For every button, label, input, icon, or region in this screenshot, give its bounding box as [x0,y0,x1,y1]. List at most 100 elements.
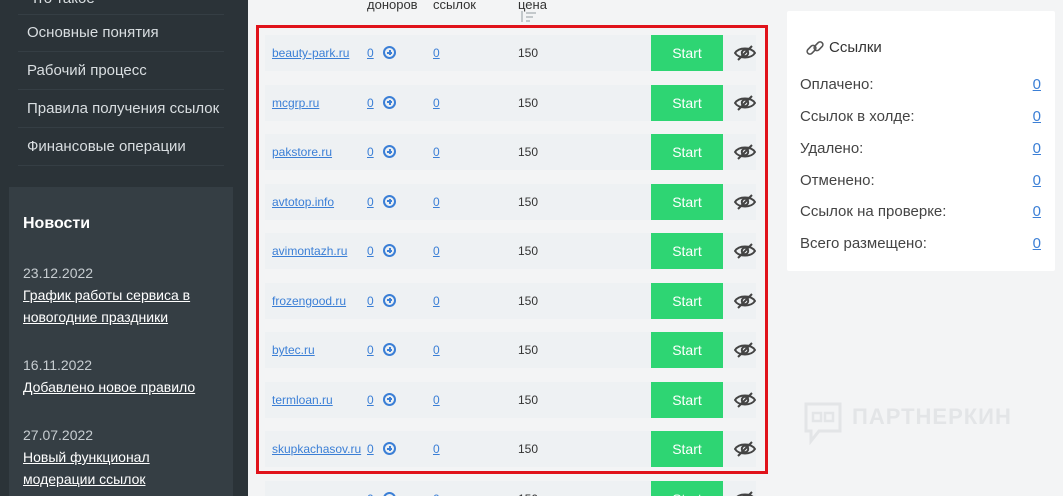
sidebar-item-workflow[interactable]: Рабочий процесс [18,52,224,90]
site-link[interactable]: avtotop.info [272,195,334,209]
stat-label-deleted: Удалено: [800,140,864,157]
donors-count-link[interactable]: 0 [367,244,374,258]
add-donor-icon[interactable] [383,46,396,59]
site-link[interactable]: beauty-park.ru [272,46,349,60]
price-value: 150 [518,46,539,60]
start-button[interactable]: Start [651,84,723,121]
donors-count-link[interactable]: 0 [367,46,374,60]
stat-label-total: Всего размещено: [800,235,927,252]
news-panel: Новости 23.12.2022 График работы сервиса… [9,187,233,496]
start-button[interactable]: Start [651,332,723,368]
site-link[interactable]: bytec.ru [272,343,315,357]
stat-label-paid: Оплачено: [800,76,874,93]
table-row: 0 0 150 Start [265,480,756,496]
donors-count-link[interactable]: 0 [367,442,374,456]
link-icon [806,41,824,55]
links-count-link[interactable]: 0 [433,195,440,209]
watermark-text: ПАРТНЕРКИН [852,404,1012,429]
table-row: beauty-park.ru 0 0 150 Start [265,35,757,71]
hide-eye-icon[interactable] [733,94,757,112]
price-value: 150 [518,194,539,209]
price-value: 150 [518,244,539,258]
sidebar-item-finance[interactable]: Финансовые операции [18,128,224,166]
stat-label-cancelled: Отменено: [800,172,875,189]
add-donor-icon[interactable] [383,343,396,356]
sidebar-item-basic-concepts[interactable]: Основные понятия [18,14,224,52]
sort-icon[interactable] [520,11,538,23]
site-link[interactable]: termloan.ru [272,393,333,407]
table-row: mcgrp.ru 0 0 150 Start [265,84,757,121]
links-card: Ссылки Оплачено: 0 Ссылок в холде: 0 Уда… [787,11,1055,271]
donors-count-link[interactable]: 0 [367,145,374,159]
stat-value-total[interactable]: 0 [1033,235,1041,252]
add-donor-icon[interactable] [383,491,396,496]
add-donor-icon[interactable] [383,442,396,455]
hide-eye-icon[interactable] [734,490,756,496]
sidebar: Что такое Основные понятия Рабочий проце… [0,0,248,496]
add-donor-icon[interactable] [383,145,396,158]
links-count-link[interactable]: 0 [433,343,440,357]
start-button[interactable]: Start [651,183,723,220]
stat-value-deleted[interactable]: 0 [1033,140,1041,157]
links-count-link[interactable]: 0 [433,393,440,407]
add-donor-icon[interactable] [383,194,396,208]
add-donor-icon[interactable] [383,293,396,307]
add-donor-icon[interactable] [383,95,396,109]
news-link[interactable]: Новый функционал модерации ссылок [23,446,223,490]
hide-eye-icon[interactable] [733,292,757,310]
news-link[interactable]: Добавлено новое правило [23,376,223,398]
start-button[interactable]: Start [651,282,723,319]
news-date: 23.12.2022 [23,265,94,281]
links-count-link[interactable]: 0 [433,96,440,110]
start-button[interactable]: Start [651,233,723,269]
site-link[interactable]: frozengood.ru [272,294,346,308]
links-count-link[interactable]: 0 [433,492,440,496]
hide-eye-icon[interactable] [733,440,757,458]
hide-eye-icon[interactable] [733,242,757,260]
donors-count-link[interactable]: 0 [367,343,374,357]
hide-eye-icon[interactable] [733,143,757,161]
news-link[interactable]: График работы сервиса в новогодние празд… [23,284,223,328]
donors-count-link[interactable]: 0 [367,492,374,496]
sidebar-item-link-rules[interactable]: Правила получения ссылок [18,90,224,128]
links-count-link[interactable]: 0 [433,244,440,258]
sidebar-item-cut[interactable]: Что такое [18,0,224,15]
start-button[interactable]: Start [651,480,723,496]
site-link[interactable]: pakstore.ru [272,145,332,159]
price-value: 150 [518,145,539,159]
hide-eye-icon[interactable] [733,193,757,211]
start-button[interactable]: Start [651,134,723,170]
table-row: frozengood.ru 0 0 150 Start [265,282,757,319]
donors-count-link[interactable]: 0 [367,294,374,308]
add-donor-icon[interactable] [383,244,396,257]
news-date: 27.07.2022 [23,427,94,443]
links-count-link[interactable]: 0 [433,145,440,159]
links-count-link[interactable]: 0 [433,294,440,308]
links-count-link[interactable]: 0 [433,442,440,456]
donors-count-link[interactable]: 0 [367,195,374,209]
hide-eye-icon[interactable] [733,391,757,409]
table-row: avimontazh.ru 0 0 150 Start [265,233,757,269]
stat-value-paid[interactable]: 0 [1033,76,1041,93]
table-row: pakstore.ru 0 0 150 Start [265,134,757,170]
price-value: 150 [518,392,539,407]
start-button[interactable]: Start [651,381,723,418]
price-value: 150 [518,293,539,308]
stat-value-hold[interactable]: 0 [1033,108,1041,125]
price-value: 150 [518,95,539,110]
site-link[interactable]: avimontazh.ru [272,244,347,258]
donors-count-link[interactable]: 0 [367,393,374,407]
stat-value-review[interactable]: 0 [1033,203,1041,220]
start-button[interactable]: Start [651,431,723,467]
links-count-link[interactable]: 0 [433,46,440,60]
site-link[interactable]: skupkachasov.ru [272,442,361,456]
price-value: 150 [518,343,539,357]
donors-count-link[interactable]: 0 [367,96,374,110]
stat-value-cancelled[interactable]: 0 [1033,172,1041,189]
hide-eye-icon[interactable] [733,341,757,359]
add-donor-icon[interactable] [383,392,396,406]
start-button[interactable]: Start [651,35,723,71]
table-row: skupkachasov.ru 0 0 150 Start [265,431,757,467]
hide-eye-icon[interactable] [733,44,757,62]
site-link[interactable]: mcgrp.ru [272,96,319,110]
